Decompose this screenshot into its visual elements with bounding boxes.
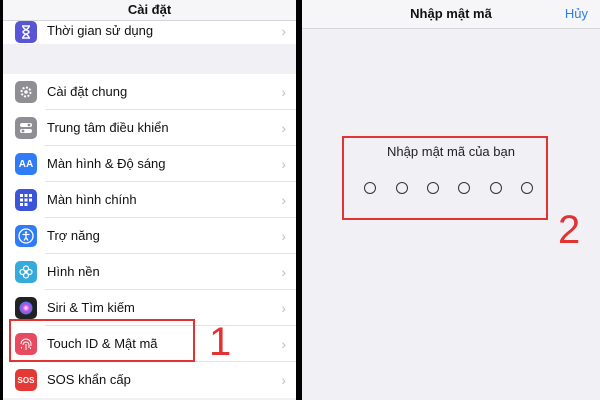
step-number-2: 2 [558, 208, 581, 252]
settings-item-label: Trợ năng [47, 228, 100, 243]
settings-item-emergency-sos[interactable]: SOS SOS khẩn cấp › [3, 362, 296, 398]
settings-item-display-brightness[interactable]: AA Màn hình & Độ sáng › [3, 146, 296, 182]
settings-item-label: Màn hình & Độ sáng [47, 156, 166, 171]
step-number-1: 1 [209, 320, 232, 364]
accessibility-icon [15, 225, 37, 247]
chevron-right-icon: › [281, 264, 286, 280]
gear-icon [15, 81, 37, 103]
settings-item-label: Thời gian sử dụng [47, 23, 154, 38]
passcode-panel: Nhập mật mã Hủy Nhập mật mã của bạn 2 [302, 0, 600, 400]
chevron-right-icon: › [281, 120, 286, 136]
settings-item-label: Màn hình chính [47, 192, 137, 207]
settings-item-label: Hình nền [47, 264, 100, 279]
hourglass-icon [15, 21, 37, 43]
grid-icon [15, 189, 37, 211]
settings-item-label: SOS khẩn cấp [47, 372, 131, 387]
cancel-button[interactable]: Hủy [565, 0, 588, 28]
chevron-right-icon: › [281, 372, 286, 388]
sos-icon: SOS [15, 369, 37, 391]
chevron-right-icon: › [281, 300, 286, 316]
settings-item-general[interactable]: Cài đặt chung › [3, 74, 296, 110]
chevron-right-icon: › [281, 336, 286, 352]
settings-item-accessibility[interactable]: Trợ năng › [3, 218, 296, 254]
siri-icon [15, 297, 37, 319]
flower-icon [15, 261, 37, 283]
chevron-right-icon: › [281, 84, 286, 100]
chevron-right-icon: › [281, 228, 286, 244]
settings-panel: Thời gian sử dụng › Cài đặt Cài đặt chun… [3, 0, 296, 400]
chevron-right-icon: › [281, 192, 286, 208]
settings-navbar: Cài đặt [3, 0, 296, 21]
chevron-right-icon: › [281, 23, 286, 39]
page-title: Cài đặt [127, 2, 172, 17]
toggles-icon [15, 117, 37, 139]
passcode-navbar: Nhập mật mã Hủy [302, 0, 600, 29]
settings-item-home-screen[interactable]: Màn hình chính › [3, 182, 296, 218]
text-size-icon: AA [15, 153, 37, 175]
highlight-box-passcode [342, 136, 548, 220]
highlight-box-touch-id [9, 319, 195, 362]
settings-item-screen-time[interactable]: Thời gian sử dụng › [3, 20, 296, 44]
settings-item-label: Cài đặt chung [47, 84, 128, 99]
page-title: Nhập mật mã [410, 6, 492, 21]
chevron-right-icon: › [281, 156, 286, 172]
settings-item-wallpaper[interactable]: Hình nền › [3, 254, 296, 290]
settings-item-label: Trung tâm điều khiển [47, 120, 169, 135]
settings-item-control-center[interactable]: Trung tâm điều khiển › [3, 110, 296, 146]
